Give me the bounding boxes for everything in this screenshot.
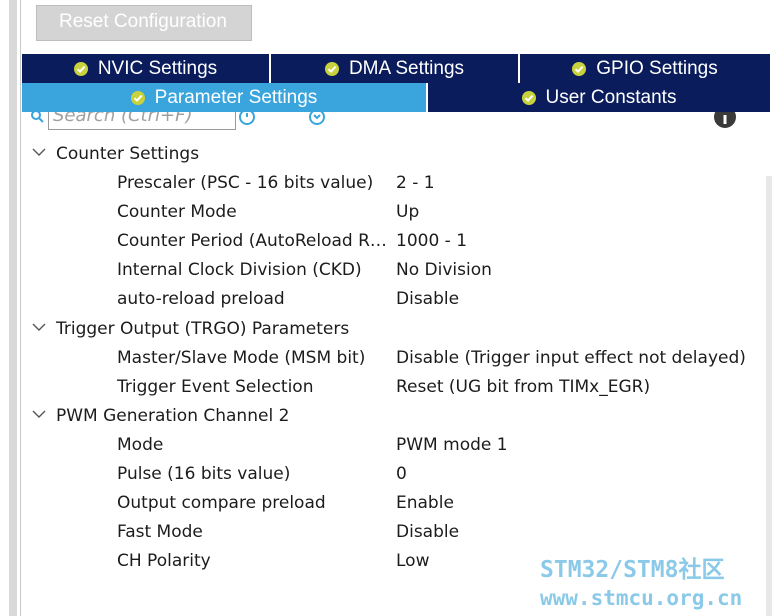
group-label: Trigger Output (TRGO) Parameters (56, 318, 350, 339)
tab-user-constants[interactable]: User Constants (428, 83, 770, 112)
tim-configuration-panel: Reset Configuration NVIC Settings DMA Se… (0, 0, 780, 616)
param-row[interactable]: auto-reload preload Disable (24, 284, 764, 313)
param-name: Prescaler (PSC - 16 bits value) (117, 173, 374, 194)
param-value[interactable]: No Division (396, 260, 492, 280)
tab-dma-settings[interactable]: DMA Settings (271, 54, 520, 83)
param-row[interactable]: Output compare preload Enable (24, 488, 764, 517)
param-name: Internal Clock Division (CKD) (117, 260, 362, 281)
param-name: auto-reload preload (117, 289, 285, 310)
chevron-down-icon[interactable] (32, 409, 46, 419)
search-toolbar: Search (Ctrl+F) (24, 112, 764, 132)
settings-tabs-row-1: NVIC Settings DMA Settings GPIO Settings (22, 54, 770, 83)
check-circle-icon (73, 61, 88, 76)
param-name: Pulse (16 bits value) (117, 464, 291, 485)
param-row[interactable]: Trigger Event Selection Reset (UG bit fr… (24, 372, 764, 401)
settings-tabs-row-2: Parameter Settings User Constants (22, 83, 770, 112)
tab-label: NVIC Settings (97, 57, 218, 79)
param-name: Mode (117, 434, 164, 455)
search-input[interactable]: Search (Ctrl+F) (48, 112, 236, 130)
param-row[interactable]: Counter Period (AutoReload R… 1000 - 1 (24, 226, 764, 255)
check-circle-icon (572, 61, 587, 76)
param-value[interactable]: 2 - 1 (396, 173, 435, 193)
group-label: Counter Settings (56, 144, 200, 164)
tab-label: User Constants (545, 86, 677, 108)
chevron-down-icon[interactable] (32, 322, 46, 332)
splitter-bar[interactable] (9, 0, 17, 616)
param-value[interactable]: PWM mode 1 (396, 435, 508, 455)
param-name: Trigger Event Selection (117, 376, 314, 397)
chevron-down-icon[interactable] (32, 147, 46, 157)
tab-nvic-settings[interactable]: NVIC Settings (22, 54, 271, 83)
param-value[interactable]: 1000 - 1 (396, 231, 467, 251)
param-row[interactable]: Mode PWM mode 1 (24, 430, 764, 459)
group-label: PWM Generation Channel 2 (56, 405, 290, 426)
tab-gpio-settings[interactable]: GPIO Settings (520, 54, 770, 83)
param-row[interactable]: Counter Mode Up (24, 197, 764, 226)
tab-label: DMA Settings (348, 57, 465, 79)
param-value[interactable]: Disable (Trigger input effect not delaye… (396, 348, 746, 368)
watermark-line-1: STM32/STM8社区 (540, 557, 725, 583)
param-row[interactable]: Pulse (16 bits value) 0 (24, 459, 764, 488)
param-name: CH Polarity (117, 551, 211, 572)
tab-label: GPIO Settings (596, 57, 718, 79)
param-name: Output compare preload (117, 493, 326, 514)
param-row[interactable]: Internal Clock Division (CKD) No Divisio… (24, 255, 764, 284)
param-row[interactable]: Prescaler (PSC - 16 bits value) 2 - 1 (24, 168, 764, 197)
reset-configuration-button[interactable]: Reset Configuration (36, 5, 252, 41)
param-value[interactable]: Disable (396, 522, 459, 542)
param-value[interactable]: Disable (396, 289, 459, 309)
group-pwm-generation-channel-2[interactable]: PWM Generation Channel 2 (24, 401, 764, 430)
param-value[interactable]: Up (396, 202, 419, 222)
param-name: Master/Slave Mode (MSM bit) (117, 347, 366, 368)
group-counter-settings[interactable]: Counter Settings (24, 139, 764, 168)
param-name: Fast Mode (117, 522, 203, 543)
param-name: Counter Period (AutoReload R… (117, 231, 387, 252)
parameter-tree: Counter Settings Prescaler (PSC - 16 bit… (24, 139, 764, 575)
search-icon (31, 112, 44, 123)
watermark: STM32/STM8社区 www.stmcu.org.cn (540, 556, 776, 612)
tab-label: Parameter Settings (154, 86, 318, 108)
param-value[interactable]: Reset (UG bit from TIMx_EGR) (396, 377, 650, 397)
check-circle-icon (130, 90, 145, 105)
param-value[interactable]: Low (396, 551, 429, 571)
param-row[interactable]: Master/Slave Mode (MSM bit) Disable (Tri… (24, 343, 764, 372)
expand-all-icon[interactable] (238, 112, 256, 126)
check-circle-icon (324, 61, 339, 76)
param-value[interactable]: 0 (396, 464, 407, 484)
vertical-scrollbar[interactable] (766, 176, 772, 616)
info-icon[interactable] (714, 112, 736, 128)
left-splitter[interactable] (0, 0, 21, 616)
collapse-all-icon[interactable] (308, 112, 326, 126)
check-circle-icon (521, 90, 536, 105)
param-value[interactable]: Enable (396, 493, 454, 513)
watermark-line-2: www.stmcu.org.cn (540, 586, 743, 610)
group-trigger-output[interactable]: Trigger Output (TRGO) Parameters (24, 314, 764, 343)
param-row[interactable]: Fast Mode Disable (24, 517, 764, 546)
tab-parameter-settings[interactable]: Parameter Settings (22, 83, 428, 112)
param-name: Counter Mode (117, 202, 237, 223)
